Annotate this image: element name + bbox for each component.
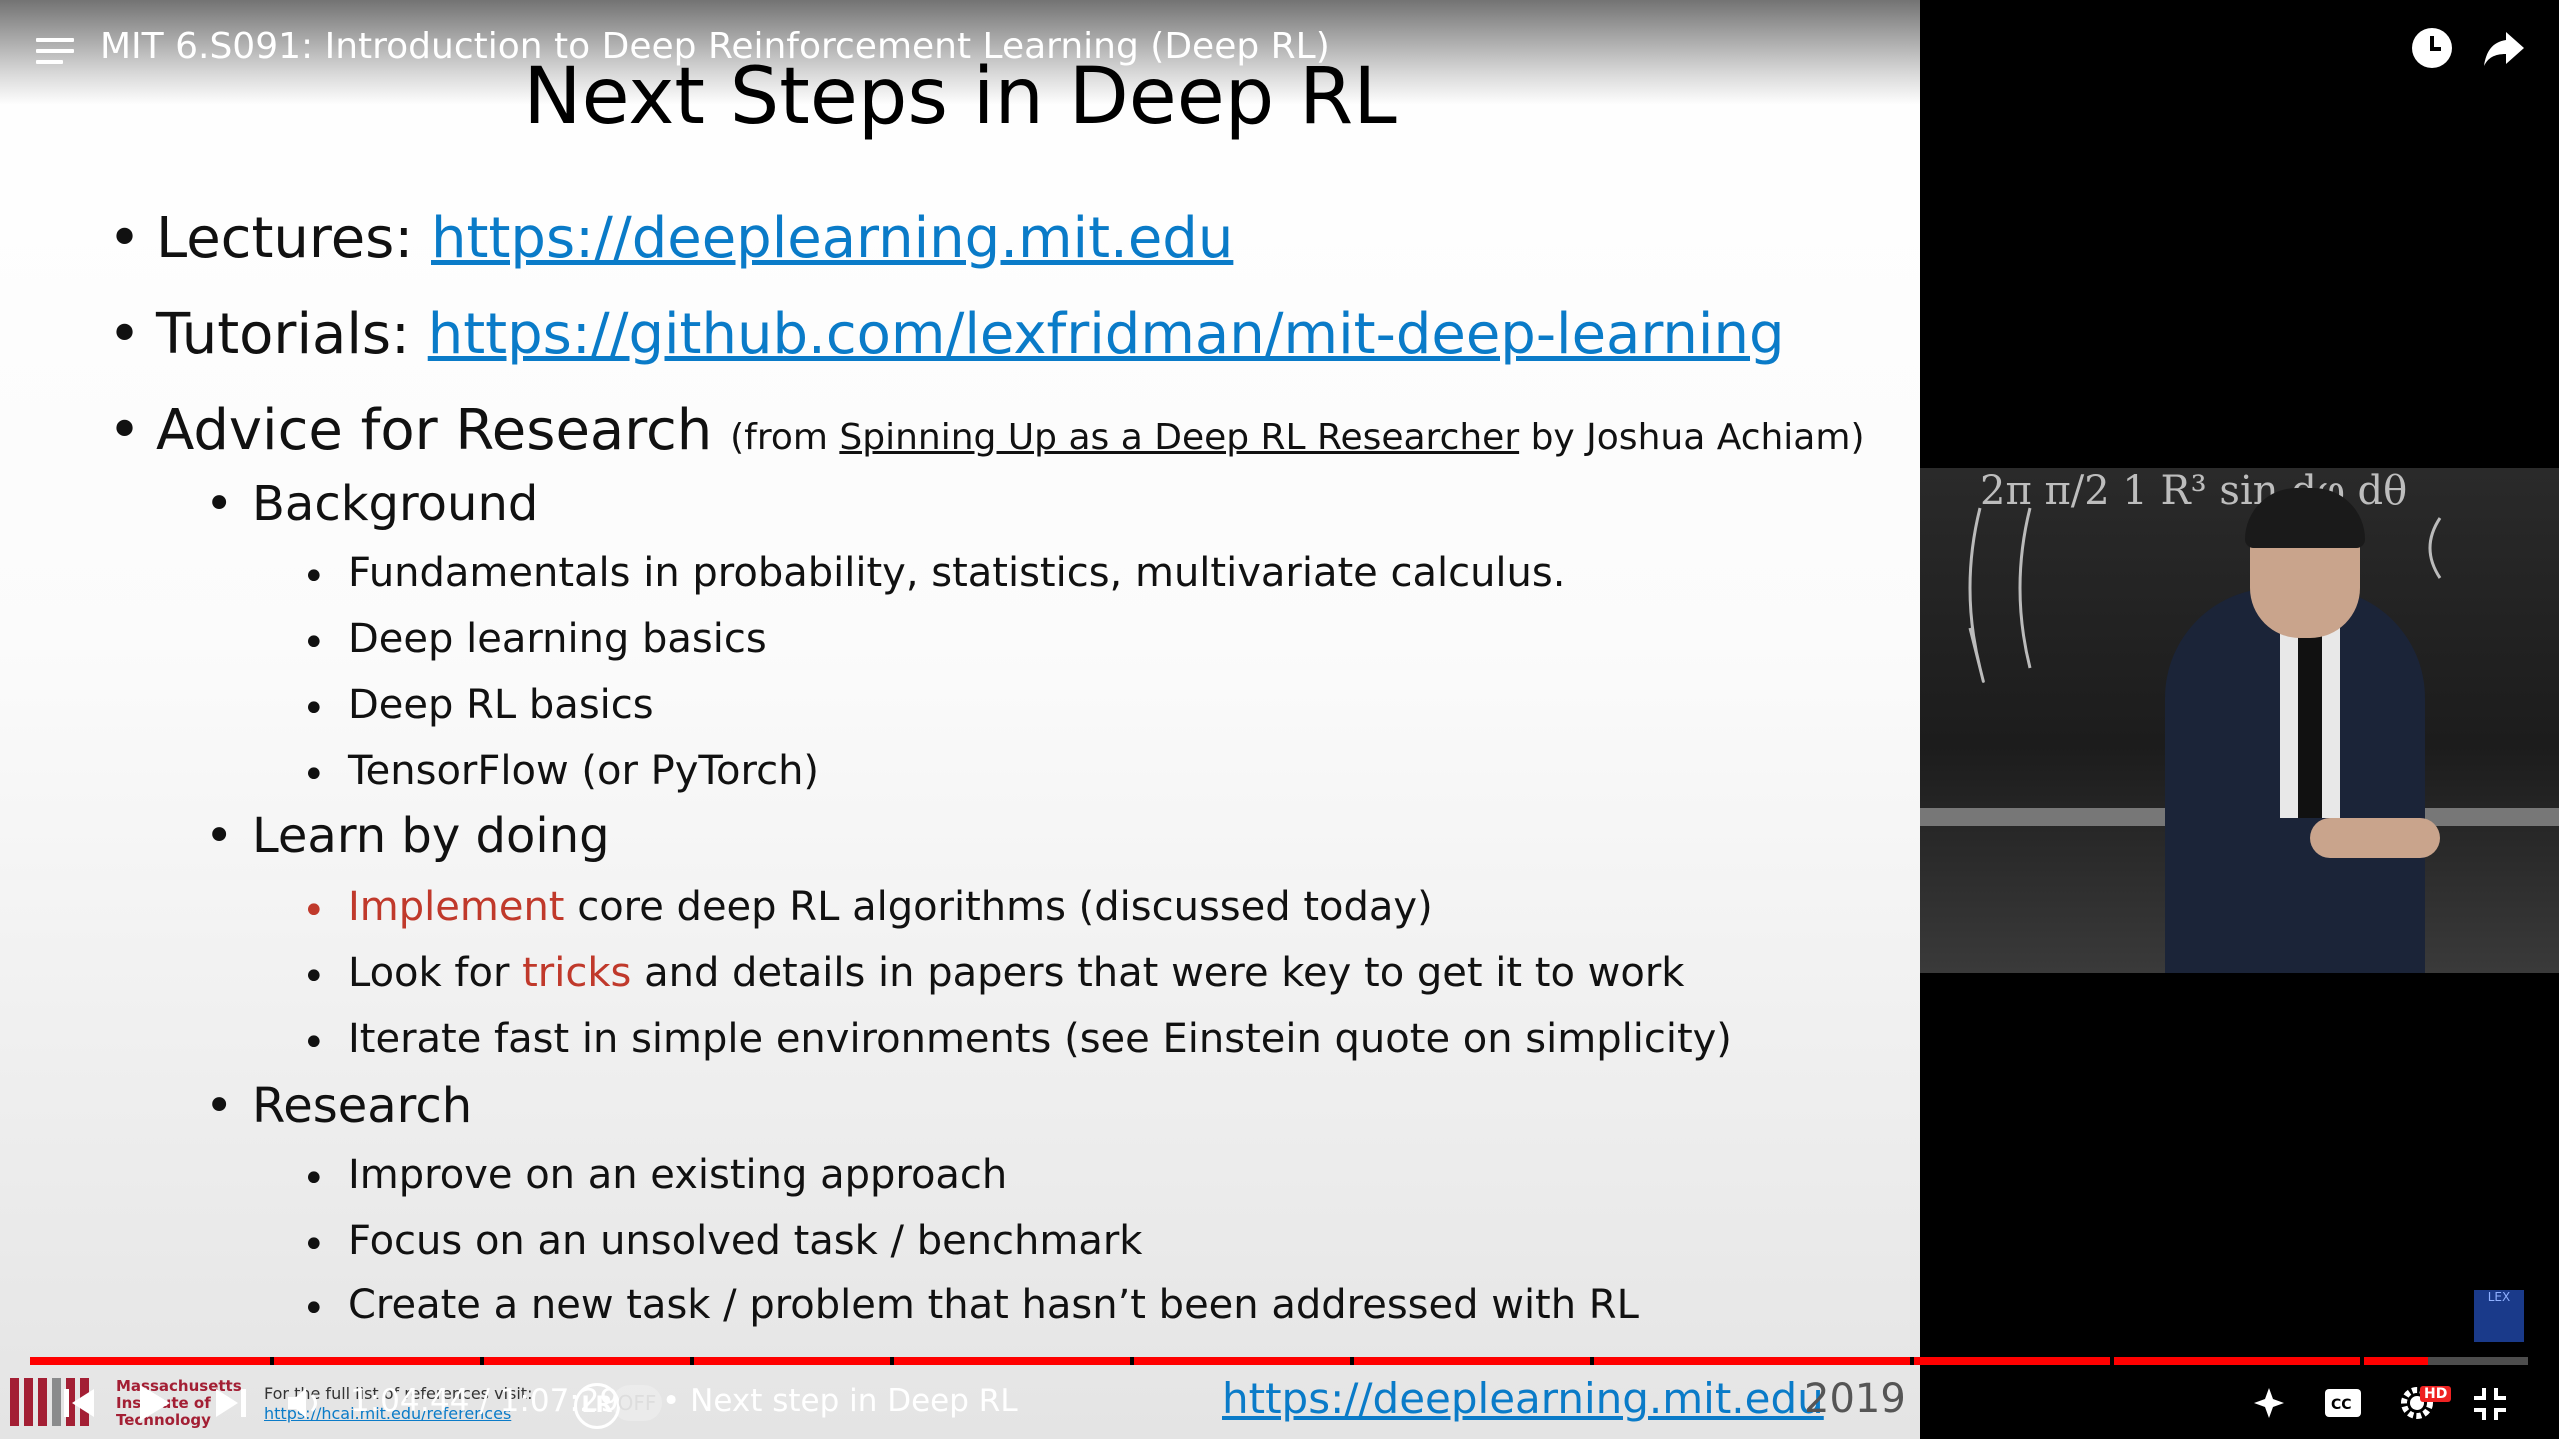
speaker-hands <box>2310 818 2440 858</box>
list-item: Improve on an existing approach <box>348 1152 1008 1198</box>
advice-from: (from <box>730 417 840 458</box>
bullet-dot: • <box>108 206 142 271</box>
bullet-dot: • <box>205 1078 234 1134</box>
advice-by: by Joshua Achiam) <box>1519 417 1865 458</box>
chapter-marker <box>480 1357 484 1365</box>
chapter-marker <box>690 1357 694 1365</box>
lex-badge-text: LEX <box>2487 1290 2511 1304</box>
lectures-link[interactable]: https://deeplearning.mit.edu <box>431 206 1233 271</box>
chapter-title[interactable]: • Next step in Deep RL <box>662 1383 1018 1419</box>
hd-badge: HD <box>2420 1386 2452 1402</box>
sparkle-icon[interactable] <box>2252 1386 2286 1420</box>
advice-item: Advice for Research (from Spinning Up as… <box>156 398 1864 463</box>
list-item: Create a new task / problem that hasn’t … <box>348 1282 1639 1328</box>
bullet-dot: • <box>108 302 142 367</box>
speaker-video-inset: 2π π/2 1 R³ sin dφ dθ <box>1920 468 2559 973</box>
list-item: Implement core deep RL algorithms (discu… <box>348 884 1433 930</box>
time-current: 1:04:44 <box>350 1383 470 1419</box>
next-icon[interactable] <box>214 1385 248 1421</box>
list-item: Iterate fast in simple environments (see… <box>348 1016 1732 1062</box>
advice-source: Spinning Up as a Deep RL Researcher <box>839 417 1520 458</box>
tutorials-item: Tutorials: https://github.com/lexfridman… <box>156 302 1785 367</box>
list-item: Look for tricks and details in papers th… <box>348 950 1684 996</box>
chapter-marker <box>1130 1357 1134 1365</box>
svg-text:CC: CC <box>2331 1397 2352 1413</box>
closed-captions-icon[interactable]: CC <box>2324 1388 2362 1418</box>
item-text: core deep RL algorithms (discussed today… <box>564 884 1433 930</box>
bullet-dot: • <box>302 686 326 732</box>
highlight-text: tricks <box>522 950 632 996</box>
bullet-dot: • <box>302 1222 326 1268</box>
bullet-dot: • <box>302 620 326 666</box>
volume-icon[interactable] <box>286 1385 326 1421</box>
bullet-dot: • <box>302 752 326 798</box>
item-text: Look for <box>348 950 523 996</box>
chapter-marker <box>1910 1357 1914 1365</box>
video-title[interactable]: MIT 6.S091: Introduction to Deep Reinfor… <box>100 26 1330 67</box>
item-text: and details in papers that were key to g… <box>631 950 1685 996</box>
exit-fullscreen-icon[interactable] <box>2472 1386 2508 1422</box>
footer-year: 2019 <box>1804 1376 1906 1422</box>
chapter-marker <box>2360 1357 2364 1365</box>
play-icon[interactable] <box>136 1383 172 1423</box>
chapter-marker <box>2110 1357 2114 1365</box>
chapter-marker <box>1590 1357 1594 1365</box>
share-arrow-icon[interactable] <box>2482 28 2526 68</box>
speaker-tie <box>2298 628 2322 818</box>
slide-area: Next Steps in Deep RL • Lectures: https:… <box>0 0 1920 1439</box>
bullet-dot: • <box>205 476 234 532</box>
watch-later-clock-icon[interactable] <box>2410 26 2454 70</box>
tutorials-link[interactable]: https://github.com/lexfridman/mit-deep-l… <box>428 302 1785 367</box>
bullet-dot: • <box>302 1286 326 1332</box>
bullet-dot: • <box>302 1156 326 1202</box>
bullet-dot: • <box>108 398 142 463</box>
playlist-menu-icon[interactable] <box>36 38 74 68</box>
list-item: Deep learning basics <box>348 616 767 662</box>
list-item: TensorFlow (or PyTorch) <box>348 748 820 794</box>
bullet-dot: • <box>302 1020 326 1066</box>
chapter-marker <box>890 1357 894 1365</box>
list-item: Deep RL basics <box>348 682 654 728</box>
learn-heading: Learn by doing <box>252 808 610 864</box>
previous-icon[interactable] <box>62 1385 96 1421</box>
lex-subscribe-badge[interactable]: LEX <box>2474 1290 2524 1342</box>
advice-label: Advice for Research <box>156 398 731 463</box>
chapter-marker <box>1350 1357 1354 1365</box>
footer-link[interactable]: https://deeplearning.mit.edu <box>1222 1374 1824 1423</box>
bullet-dot: • <box>205 808 234 864</box>
list-item: Fundamentals in probability, statistics,… <box>348 550 1566 596</box>
research-heading: Research <box>252 1078 473 1134</box>
chapter-marker <box>270 1357 274 1365</box>
list-item: Focus on an unsolved task / benchmark <box>348 1218 1143 1264</box>
bullet-dot: • <box>302 888 326 934</box>
time-separator: / <box>469 1383 500 1419</box>
highlight-text: Implement <box>348 884 565 930</box>
background-heading: Background <box>252 476 539 532</box>
progress-fill <box>30 1357 2429 1365</box>
lectures-label: Lectures: <box>156 206 431 271</box>
tutorials-label: Tutorials: <box>156 302 428 367</box>
autoplay-toggle[interactable]: OFF <box>612 1385 662 1421</box>
bullet-dot: • <box>302 954 326 1000</box>
bullet-dot: • <box>302 554 326 600</box>
lectures-item: Lectures: https://deeplearning.mit.edu <box>156 206 1233 271</box>
progress-bar[interactable] <box>30 1357 2528 1365</box>
